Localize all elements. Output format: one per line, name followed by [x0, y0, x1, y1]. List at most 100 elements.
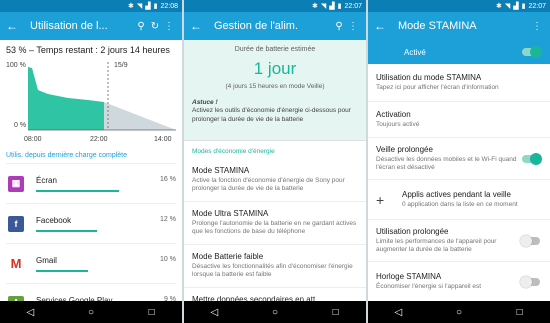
forecast-area	[104, 102, 176, 130]
bluetooth-icon: ✱	[127, 2, 134, 10]
master-toggle[interactable]	[522, 46, 542, 58]
setting-activation[interactable]: Activation Toujours activé	[368, 102, 550, 138]
home-nav-icon[interactable]: ○	[444, 307, 474, 318]
setting-title: Horloge STAMINA	[376, 272, 442, 282]
power-management-screen: ✱ ◥ ▟ ▮ 22:07 ← Gestion de l'alim. ⚲ ⋮ D…	[184, 0, 366, 323]
recents-nav-icon[interactable]: □	[321, 307, 351, 318]
setting-title: Applis actives pendant la veille	[402, 189, 511, 199]
wifi-icon: ◥	[136, 2, 143, 10]
list-item[interactable]: ▦ Écran 16 %	[6, 163, 176, 203]
setting-title: Utilisation prolongée	[376, 226, 449, 236]
refresh-icon[interactable]: ↻	[148, 21, 162, 32]
setting-title: Activation	[376, 109, 411, 119]
active-label: Activé	[404, 47, 426, 57]
setting-desc: Tapez ici pour afficher l'écran d'inform…	[376, 83, 499, 91]
mode-title: Mode Batterie faible	[192, 251, 264, 261]
screen-icon: ▦	[8, 175, 24, 192]
mode-desc: Désactive les fonctionnalités afin d'éco…	[192, 262, 353, 279]
status-bar: ✱ ◥ ▟ ▮ 22:07	[184, 0, 366, 12]
setting-desc: 0 application dans la liste en ce moment	[402, 200, 518, 208]
x-tick-2: 22:00	[90, 136, 108, 143]
signal-icon: ▟	[513, 2, 519, 10]
back-nav-icon[interactable]: ◁	[15, 307, 45, 318]
mode-title: Mode Ultra STAMINA	[192, 208, 269, 218]
battery-estimate-panel: Durée de batterie estimée 1 jour (4 jour…	[184, 40, 366, 140]
stamina-mode-screen: ✱ ◥ ▟ ▮ 22:07 ← Mode STAMINA ⋮ Activé Ut…	[368, 0, 550, 323]
mode-ultra-stamina-item[interactable]: Mode Ultra STAMINA Prolonge l'autonomie …	[184, 202, 366, 245]
search-icon[interactable]: ⚲	[332, 21, 346, 32]
app-percent: 10 %	[160, 256, 176, 263]
extended-standby-toggle[interactable]	[522, 152, 542, 165]
home-nav-icon[interactable]: ○	[76, 307, 106, 318]
back-icon[interactable]: ←	[6, 19, 24, 33]
more-icon[interactable]: ⋮	[530, 21, 544, 32]
back-icon[interactable]: ←	[374, 19, 392, 33]
home-nav-icon[interactable]: ○	[260, 307, 290, 318]
status-bar: ✱ ◥ ▟ ▮ 22:07	[368, 0, 550, 12]
app-percent: 16 %	[160, 176, 176, 183]
status-time: 22:08	[160, 2, 178, 10]
back-icon[interactable]: ←	[190, 19, 208, 33]
tip-title: Astuce !	[192, 99, 218, 106]
x-tick-3: 14:00	[154, 136, 172, 143]
battery-graph	[28, 62, 176, 131]
setting-active-apps[interactable]: + Applis actives pendant la veille 0 app…	[368, 180, 550, 220]
wifi-icon: ◥	[320, 2, 327, 10]
status-time: 22:07	[528, 2, 546, 10]
setting-desc: Toujours activé	[376, 120, 420, 128]
setting-stamina-clock[interactable]: Horloge STAMINA Économiser l'énergie si …	[368, 262, 550, 302]
usage-bar	[36, 189, 119, 192]
estimate-standby: (4 jours 15 heures en mode Veille)	[225, 83, 325, 90]
usage-area	[28, 67, 104, 130]
since-full-charge-link[interactable]: Utilis. depuis dernière charge complète	[0, 148, 182, 163]
app-name: Écran	[36, 175, 57, 185]
battery-usage-screen: ✱ ◥ ▟ ▮ 22:08 ← Utilisation de l... ⚲ ↻ …	[0, 0, 182, 323]
mode-stamina-item[interactable]: Mode STAMINA Active la fonction d'économ…	[184, 159, 366, 202]
list-item[interactable]: f Facebook 12 %	[6, 203, 176, 243]
page-title: Gestion de l'alim.	[214, 20, 299, 32]
more-icon[interactable]: ⋮	[346, 21, 360, 32]
signal-icon: ▟	[329, 2, 335, 10]
app-bar: ← Mode STAMINA ⋮	[368, 12, 550, 40]
x-tick-1: 08:00	[24, 136, 42, 143]
y-label-top: 100 %	[6, 62, 26, 69]
tip-text: Activez les outils d'économie d'énergie …	[192, 107, 351, 123]
tip-box: Astuce ! Activez les outils d'économie d…	[184, 99, 366, 124]
back-nav-icon[interactable]: ◁	[383, 307, 413, 318]
facebook-icon: f	[8, 215, 24, 232]
extended-usage-toggle[interactable]	[520, 234, 540, 247]
setting-extended-usage[interactable]: Utilisation prolongée Limite les perform…	[368, 220, 550, 262]
search-icon[interactable]: ⚲	[134, 21, 148, 32]
setting-usage-info[interactable]: Utilisation du mode STAMINA Tapez ici po…	[368, 64, 550, 102]
battery-icon: ▮	[337, 2, 342, 10]
recents-nav-icon[interactable]: □	[505, 307, 535, 318]
back-nav-icon[interactable]: ◁	[199, 307, 229, 318]
mode-desc: Prolonge l'autonomie de la batterie en n…	[192, 219, 357, 236]
setting-extended-standby[interactable]: Veille prolongée Désactive les données m…	[368, 138, 550, 180]
battery-icon: ▮	[153, 2, 158, 10]
app-name: Facebook	[36, 215, 72, 225]
bluetooth-icon: ✱	[495, 2, 502, 10]
more-icon[interactable]: ⋮	[162, 21, 176, 32]
recents-nav-icon[interactable]: □	[137, 307, 167, 318]
gmail-icon: M	[8, 255, 24, 272]
wifi-icon: ◥	[504, 2, 511, 10]
nav-bar: ◁ ○ □	[184, 301, 366, 323]
nav-bar: ◁ ○ □	[368, 301, 550, 323]
list-item[interactable]: M Gmail 10 %	[6, 243, 176, 283]
master-switch-bar[interactable]: Activé	[368, 40, 550, 64]
estimate-label: Durée de batterie estimée	[234, 46, 316, 53]
signal-icon: ▟	[145, 2, 151, 10]
usage-bar	[36, 229, 98, 232]
page-title: Utilisation de l...	[30, 20, 108, 32]
estimate-value: 1 jour	[253, 59, 297, 78]
setting-desc: Désactive les données mobiles et le Wi-F…	[376, 155, 517, 171]
stamina-clock-toggle[interactable]	[520, 276, 540, 288]
nav-bar: ◁ ○ □	[0, 301, 182, 323]
app-bar: ← Gestion de l'alim. ⚲ ⋮	[184, 12, 366, 40]
add-icon[interactable]: +	[376, 192, 402, 208]
setting-title: Utilisation du mode STAMINA	[376, 72, 482, 82]
mode-low-battery-item[interactable]: Mode Batterie faible Désactive les fonct…	[184, 245, 366, 288]
status-time: 22:07	[344, 2, 362, 10]
setting-desc: Économiser l'énergie si l'appareil est	[376, 283, 482, 291]
